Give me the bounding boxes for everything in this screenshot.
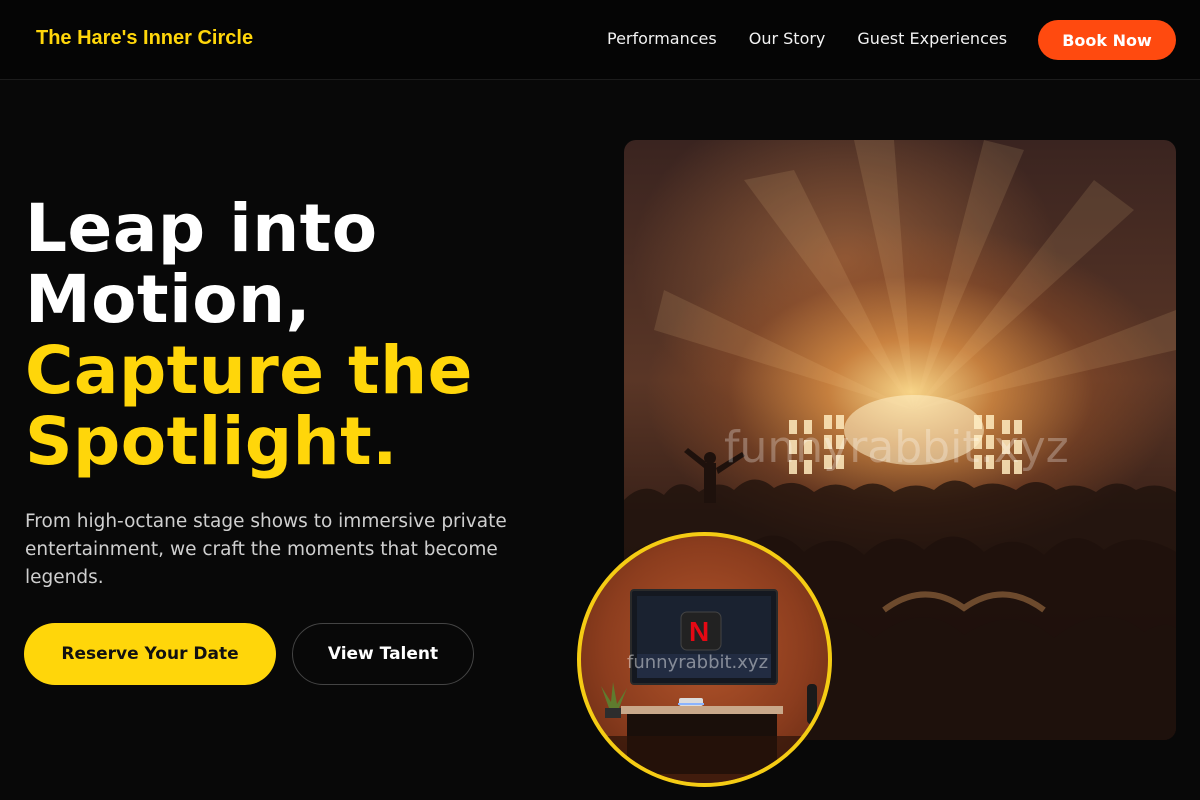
hero-headline: Leap into Motion, Capture the Spotlight. xyxy=(25,193,585,477)
nav-link-guest-experiences[interactable]: Guest Experiences xyxy=(857,29,1007,49)
concert-watermark: funnyrabbit.xyz xyxy=(724,422,1069,473)
headline-line-2: Motion, xyxy=(25,261,312,338)
headline-line-1: Leap into xyxy=(25,190,378,267)
main-nav: Performances Our Story Guest Experiences xyxy=(607,29,1039,49)
nav-link-performances[interactable]: Performances xyxy=(607,29,717,49)
nav-link-our-story[interactable]: Our Story xyxy=(749,29,826,49)
headline-line-4: Spotlight. xyxy=(25,403,398,480)
book-now-button[interactable]: Book Now xyxy=(1038,20,1176,60)
reserve-date-button[interactable]: Reserve Your Date xyxy=(24,623,276,685)
site-header: The Hare's Inner Circle Performances Our… xyxy=(0,0,1200,80)
tv-logo-n: N xyxy=(689,616,710,647)
view-talent-button[interactable]: View Talent xyxy=(292,623,474,685)
hero-subtext: From high-octane stage shows to immersiv… xyxy=(25,511,507,588)
headline-line-3: Capture the xyxy=(25,332,473,409)
living-room-tv-image: N funnyrabbit.xyz xyxy=(577,532,832,787)
brand-logo[interactable]: The Hare's Inner Circle xyxy=(36,27,253,50)
tv-watermark: funnyrabbit.xyz xyxy=(627,652,769,673)
